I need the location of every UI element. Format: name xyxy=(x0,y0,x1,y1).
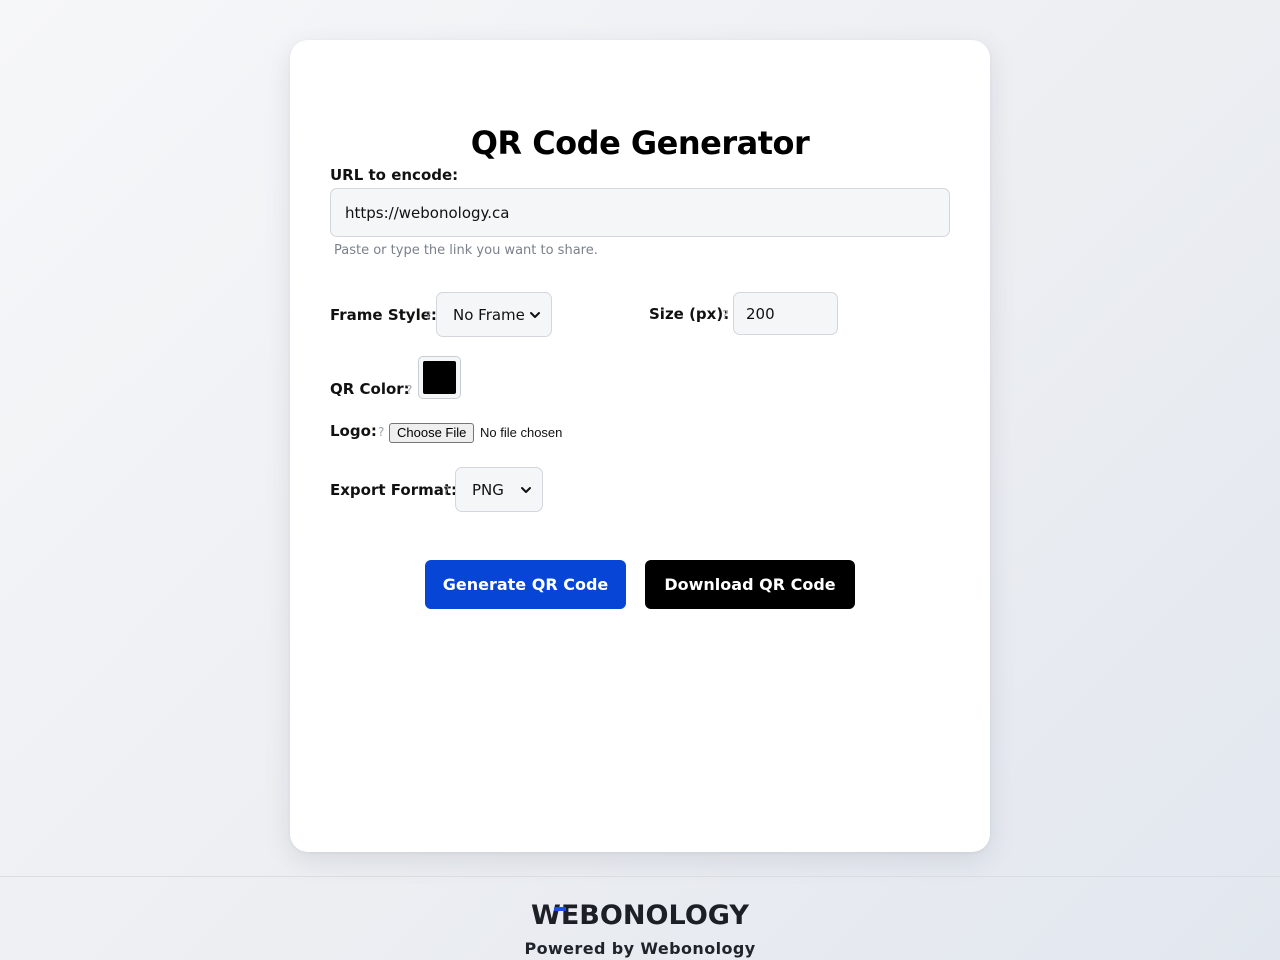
download-qr-button[interactable]: Download QR Code xyxy=(645,560,855,609)
logo-label: Logo: xyxy=(330,422,377,440)
footer: WEBONOLOGY Powered by Webonology xyxy=(0,876,1280,960)
export-format-label: Export Format: xyxy=(330,481,458,499)
size-help-icon[interactable]: ? xyxy=(722,308,728,322)
webonology-logo: WEBONOLOGY xyxy=(531,900,749,929)
frame-style-label: Frame Style: xyxy=(330,306,437,324)
qr-color-swatch xyxy=(423,361,456,394)
qr-generator-card: QR Code Generator URL to encode: Paste o… xyxy=(290,40,990,852)
logo-accent-mark xyxy=(554,907,566,911)
url-label: URL to encode: xyxy=(330,166,459,184)
chevron-down-icon xyxy=(521,486,531,493)
chevron-down-icon xyxy=(530,311,540,318)
size-input[interactable] xyxy=(733,292,838,335)
qr-color-picker[interactable] xyxy=(418,356,461,399)
export-format-value: PNG xyxy=(472,480,504,499)
page-title: QR Code Generator xyxy=(470,124,810,162)
frame-style-select[interactable]: No Frame xyxy=(436,292,552,337)
frame-style-help-icon[interactable]: ? xyxy=(425,309,431,323)
export-format-select[interactable]: PNG xyxy=(455,467,543,512)
size-label: Size (px): xyxy=(649,305,730,323)
generate-qr-button[interactable]: Generate QR Code xyxy=(425,560,626,609)
choose-file-button[interactable]: Choose File xyxy=(389,423,475,443)
qr-color-label: QR Color: xyxy=(330,380,410,398)
url-input[interactable] xyxy=(330,188,950,237)
powered-by-text: Powered by Webonology xyxy=(524,939,756,958)
frame-style-value: No Frame xyxy=(453,305,525,324)
file-status: No file chosen xyxy=(480,425,563,440)
logo-wordmark: WEBONOLOGY xyxy=(531,900,749,929)
logo-help-icon[interactable]: ? xyxy=(378,425,384,439)
url-hint: Paste or type the link you want to share… xyxy=(334,243,598,258)
export-format-help-icon[interactable]: ? xyxy=(443,484,449,498)
qr-color-help-icon[interactable]: ? xyxy=(406,383,412,397)
